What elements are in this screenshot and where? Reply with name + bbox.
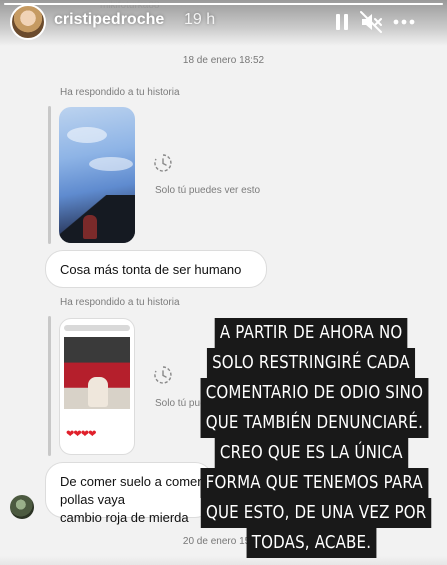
story-caption: A PARTIR DE AHORA NO SOLO RESTRINGIRÉ CA… bbox=[182, 318, 440, 558]
thumb-post-header bbox=[64, 325, 130, 331]
caption-line: QUE ESTO, DE UNA VEZ POR bbox=[200, 498, 432, 528]
view-once-icon bbox=[154, 154, 172, 172]
story-time-ago: 19 h bbox=[184, 11, 216, 28]
thumb-cloud bbox=[89, 157, 133, 171]
view-once-icon bbox=[154, 366, 172, 384]
quote-bar bbox=[48, 316, 51, 456]
caption-line: TODAS, ACABE. bbox=[246, 528, 376, 558]
story-header: cristipedroche 19 h bbox=[0, 0, 447, 46]
pause-icon[interactable] bbox=[328, 8, 356, 36]
date-separator: 18 de enero 18:52 bbox=[182, 55, 265, 66]
more-horizontal-icon[interactable] bbox=[390, 8, 418, 36]
thumb-person bbox=[88, 377, 108, 407]
speaker-muted-icon[interactable] bbox=[357, 8, 385, 36]
caption-line: SOLO RESTRINGIRÉ CADA bbox=[207, 348, 415, 378]
caption-line: QUE TAMBIÉN DENUNCIARÉ. bbox=[200, 408, 429, 438]
story-username[interactable]: cristipedroche bbox=[54, 11, 164, 29]
story-progress-fill bbox=[4, 3, 443, 5]
profile-avatar[interactable] bbox=[10, 4, 46, 40]
message-bubble[interactable]: Cosa más tonta de ser humano bbox=[45, 250, 267, 288]
message-text: Cosa más tonta de ser humano bbox=[60, 262, 242, 277]
thumb-cloud bbox=[67, 127, 107, 143]
view-only-text: Solo tú puedes ver esto bbox=[155, 185, 261, 196]
quote-bar bbox=[48, 106, 51, 244]
story-reply-thumbnail[interactable]: ❤❤❤❤ bbox=[59, 318, 135, 455]
thumb-hearts: ❤❤❤❤ bbox=[66, 429, 96, 440]
replied-to-story-label: Ha respondido a tu historia bbox=[60, 87, 180, 98]
thumb-cliff bbox=[59, 195, 135, 243]
thumb-figure bbox=[83, 215, 97, 239]
story-frame[interactable]: mikifoturka88 18 de enero 18:52 Ha respo… bbox=[0, 0, 447, 565]
caption-line: COMENTARIO DE ODIO SINO bbox=[200, 378, 429, 408]
caption-line: FORMA QUE TENEMOS PARA bbox=[200, 468, 428, 498]
sender-avatar[interactable] bbox=[10, 495, 34, 519]
caption-line: A PARTIR DE AHORA NO bbox=[214, 318, 408, 348]
caption-line: CREO QUE ES LA ÚNICA bbox=[214, 438, 408, 468]
replied-to-story-label: Ha respondido a tu historia bbox=[60, 297, 180, 308]
story-reply-thumbnail[interactable] bbox=[59, 107, 135, 243]
story-progress-bar bbox=[4, 3, 443, 5]
